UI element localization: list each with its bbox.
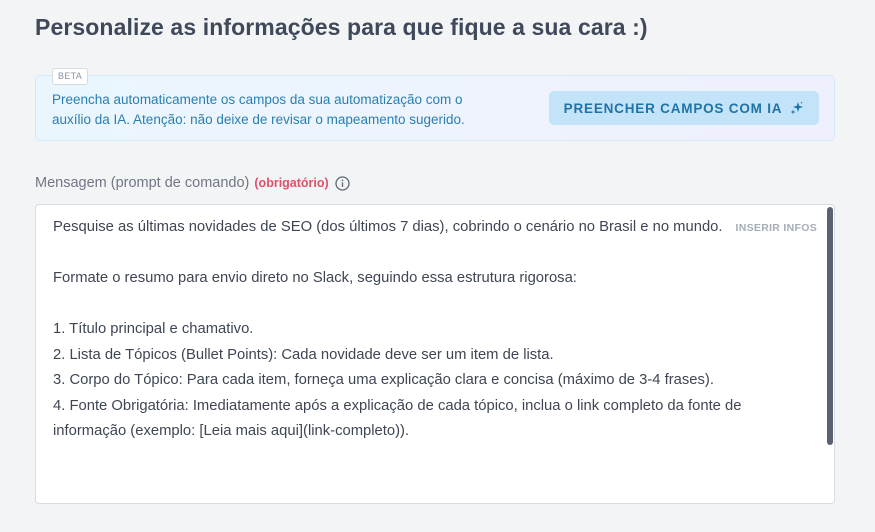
sparkle-icon bbox=[790, 101, 804, 115]
ai-banner-description: Preencha automaticamente os campos da su… bbox=[52, 92, 465, 127]
message-field-label: Mensagem (prompt de comando) (obrigatóri… bbox=[35, 175, 350, 191]
message-label-text: Mensagem (prompt de comando) bbox=[35, 175, 250, 191]
fill-fields-with-ai-label: PREENCHER CAMPOS COM IA bbox=[563, 100, 783, 116]
beta-badge: BETA bbox=[52, 68, 89, 85]
textarea-scrollbar[interactable] bbox=[827, 207, 833, 445]
fill-fields-with-ai-button[interactable]: PREENCHER CAMPOS COM IA bbox=[549, 91, 819, 125]
page-title: Personalize as informações para que fiqu… bbox=[35, 14, 648, 40]
info-icon[interactable] bbox=[335, 175, 350, 191]
message-prompt-textarea[interactable]: Pesquise as últimas novidades de SEO (do… bbox=[35, 204, 835, 504]
required-tag: (obrigatório) bbox=[254, 176, 329, 190]
insert-infos-button[interactable]: INSERIR INFOS bbox=[736, 222, 818, 234]
ai-autofill-banner: BETA Preencha automaticamente os campos … bbox=[35, 68, 835, 141]
message-prompt-text[interactable]: Pesquise as últimas novidades de SEO (do… bbox=[53, 215, 743, 445]
